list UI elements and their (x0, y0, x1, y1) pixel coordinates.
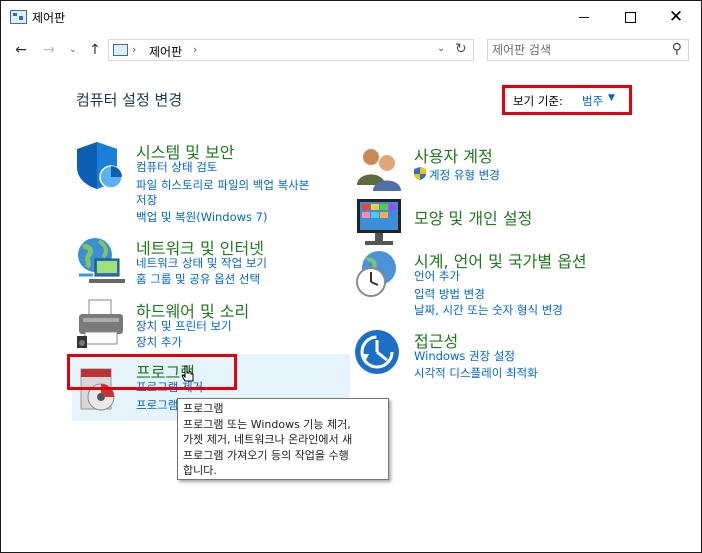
tooltip-line: 프로그램 또는 Windows 기능 제거, (183, 417, 351, 431)
maximize-button[interactable] (607, 1, 653, 33)
tooltip-line: 합니다. (183, 464, 217, 477)
back-button[interactable]: ← (11, 40, 31, 60)
arrow-up-icon: ↑ (89, 42, 101, 58)
category-title[interactable]: 모양 및 개인 설정 (414, 205, 532, 229)
window-title: 제어판 (32, 11, 66, 25)
clock-globe-icon[interactable] (353, 248, 405, 300)
uac-shield-icon (414, 167, 426, 180)
chevron-right-icon[interactable]: › (193, 43, 197, 56)
caret-down-icon[interactable]: ▼ (608, 93, 615, 103)
close-button[interactable]: ✕ (653, 1, 699, 33)
view-by-value[interactable]: 범주 (582, 93, 603, 109)
link-change-date-format[interactable]: 날짜, 시간 또는 숫자 형식 변경 (414, 302, 563, 318)
control-panel-icon (10, 10, 27, 24)
hand-cursor-icon (181, 365, 194, 382)
category-hardware-sound: 하드웨어 및 소리 장치 및 프린터 보기 장치 추가 (75, 298, 355, 353)
link-optimize-display[interactable]: 시각적 디스플레이 최적화 (414, 365, 538, 381)
programs-red-highlight (67, 354, 237, 390)
users-icon[interactable] (353, 143, 405, 195)
accessibility-icon[interactable] (353, 328, 405, 380)
breadcrumb-control-panel[interactable]: 제어판 (149, 43, 182, 60)
forward-button[interactable]: → (39, 40, 59, 60)
search-icon[interactable]: ⚲ (672, 41, 682, 57)
search-input[interactable] (492, 42, 662, 58)
chevron-down-icon: ⌄ (69, 45, 77, 55)
link-backup-restore[interactable]: 백업 및 복원(Windows 7) (136, 209, 268, 225)
address-bar[interactable]: › 제어판 › ⌄ ↻ (108, 39, 474, 61)
view-by-label: 보기 기준: (513, 94, 563, 108)
control-panel-icon (113, 44, 128, 56)
close-icon: ✕ (668, 7, 684, 27)
title-bar: 제어판 ✕ (1, 1, 701, 33)
arrow-right-icon: → (43, 42, 55, 58)
link-add-device[interactable]: 장치 추가 (136, 334, 182, 350)
minimize-button[interactable] (561, 1, 607, 33)
link-network-status[interactable]: 네트워크 상태 및 작업 보기 (136, 255, 267, 271)
search-box[interactable]: ⚲ (487, 39, 689, 61)
link-change-account-type[interactable]: 계정 유형 변경 (429, 167, 500, 183)
network-globe-icon[interactable] (75, 235, 127, 287)
category-accessibility: 접근성 Windows 권장 설정 시각적 디스플레이 최적화 (353, 328, 653, 383)
view-by-selector[interactable]: 보기 기준: 범주 ▼ (502, 85, 632, 115)
link-homegroup[interactable]: 홈 그룹 및 공유 옵션 선택 (136, 271, 260, 287)
chevron-right-icon[interactable]: › (132, 43, 136, 56)
refresh-icon[interactable]: ↻ (455, 41, 467, 57)
navigation-bar: ← → ⌄ ↑ › 제어판 › ⌄ ↻ ⚲ (1, 36, 701, 64)
programs-tooltip: 프로그램 프로그램 또는 Windows 기능 제거, 가젯 제거, 네트워크나… (177, 398, 389, 480)
maximize-icon (624, 11, 636, 23)
shield-icon[interactable] (75, 139, 127, 191)
category-network-internet: 네트워크 및 인터넷 네트워크 상태 및 작업 보기 홈 그룹 및 공유 옵션 … (75, 235, 355, 290)
up-button[interactable]: ↑ (85, 40, 105, 60)
link-change-input-method[interactable]: 입력 방법 변경 (414, 286, 485, 302)
monitor-icon[interactable] (353, 197, 405, 249)
address-dropdown-icon[interactable]: ⌄ (437, 43, 445, 54)
control-panel-window: 제어판 ✕ ← → ⌄ ↑ › 제어판 › ⌄ ↻ ⚲ 컴퓨터 설정 변경 보기… (0, 0, 702, 553)
link-programs[interactable]: 프로그램 (136, 397, 178, 413)
tooltip-line: 프로그램 가져오기 등의 작업을 수행 (183, 448, 349, 462)
page-title: 컴퓨터 설정 변경 (76, 91, 183, 109)
link-file-history[interactable]: 파일 히스토리로 파일의 백업 복사본 (136, 177, 309, 193)
link-add-language[interactable]: 언어 추가 (414, 268, 460, 284)
tooltip-line: 프로그램 (183, 402, 224, 415)
link-file-history-save[interactable]: 저장 (136, 192, 157, 208)
category-user-accounts: 사용자 계정 계정 유형 변경 (353, 143, 653, 191)
arrow-left-icon: ← (15, 42, 27, 58)
category-system-security: 시스템 및 보안 컴퓨터 상태 검토 파일 히스토리로 파일의 백업 복사본 저… (75, 139, 355, 229)
link-windows-recommended[interactable]: Windows 권장 설정 (414, 348, 515, 364)
recent-locations-button[interactable]: ⌄ (63, 40, 83, 60)
minimize-icon (579, 16, 589, 18)
link-devices-printers[interactable]: 장치 및 프린터 보기 (136, 318, 232, 334)
category-title[interactable]: 사용자 계정 (414, 143, 493, 167)
printer-icon[interactable] (75, 298, 127, 350)
category-clock-region: 시계, 언어 및 국가별 옵션 언어 추가 입력 방법 변경 날짜, 시간 또는… (353, 248, 653, 320)
tooltip-line: 가젯 제거, 네트워크나 온라인에서 새 (183, 433, 353, 446)
category-appearance: 모양 및 개인 설정 (353, 197, 653, 245)
link-review-status[interactable]: 컴퓨터 상태 검토 (136, 159, 217, 175)
